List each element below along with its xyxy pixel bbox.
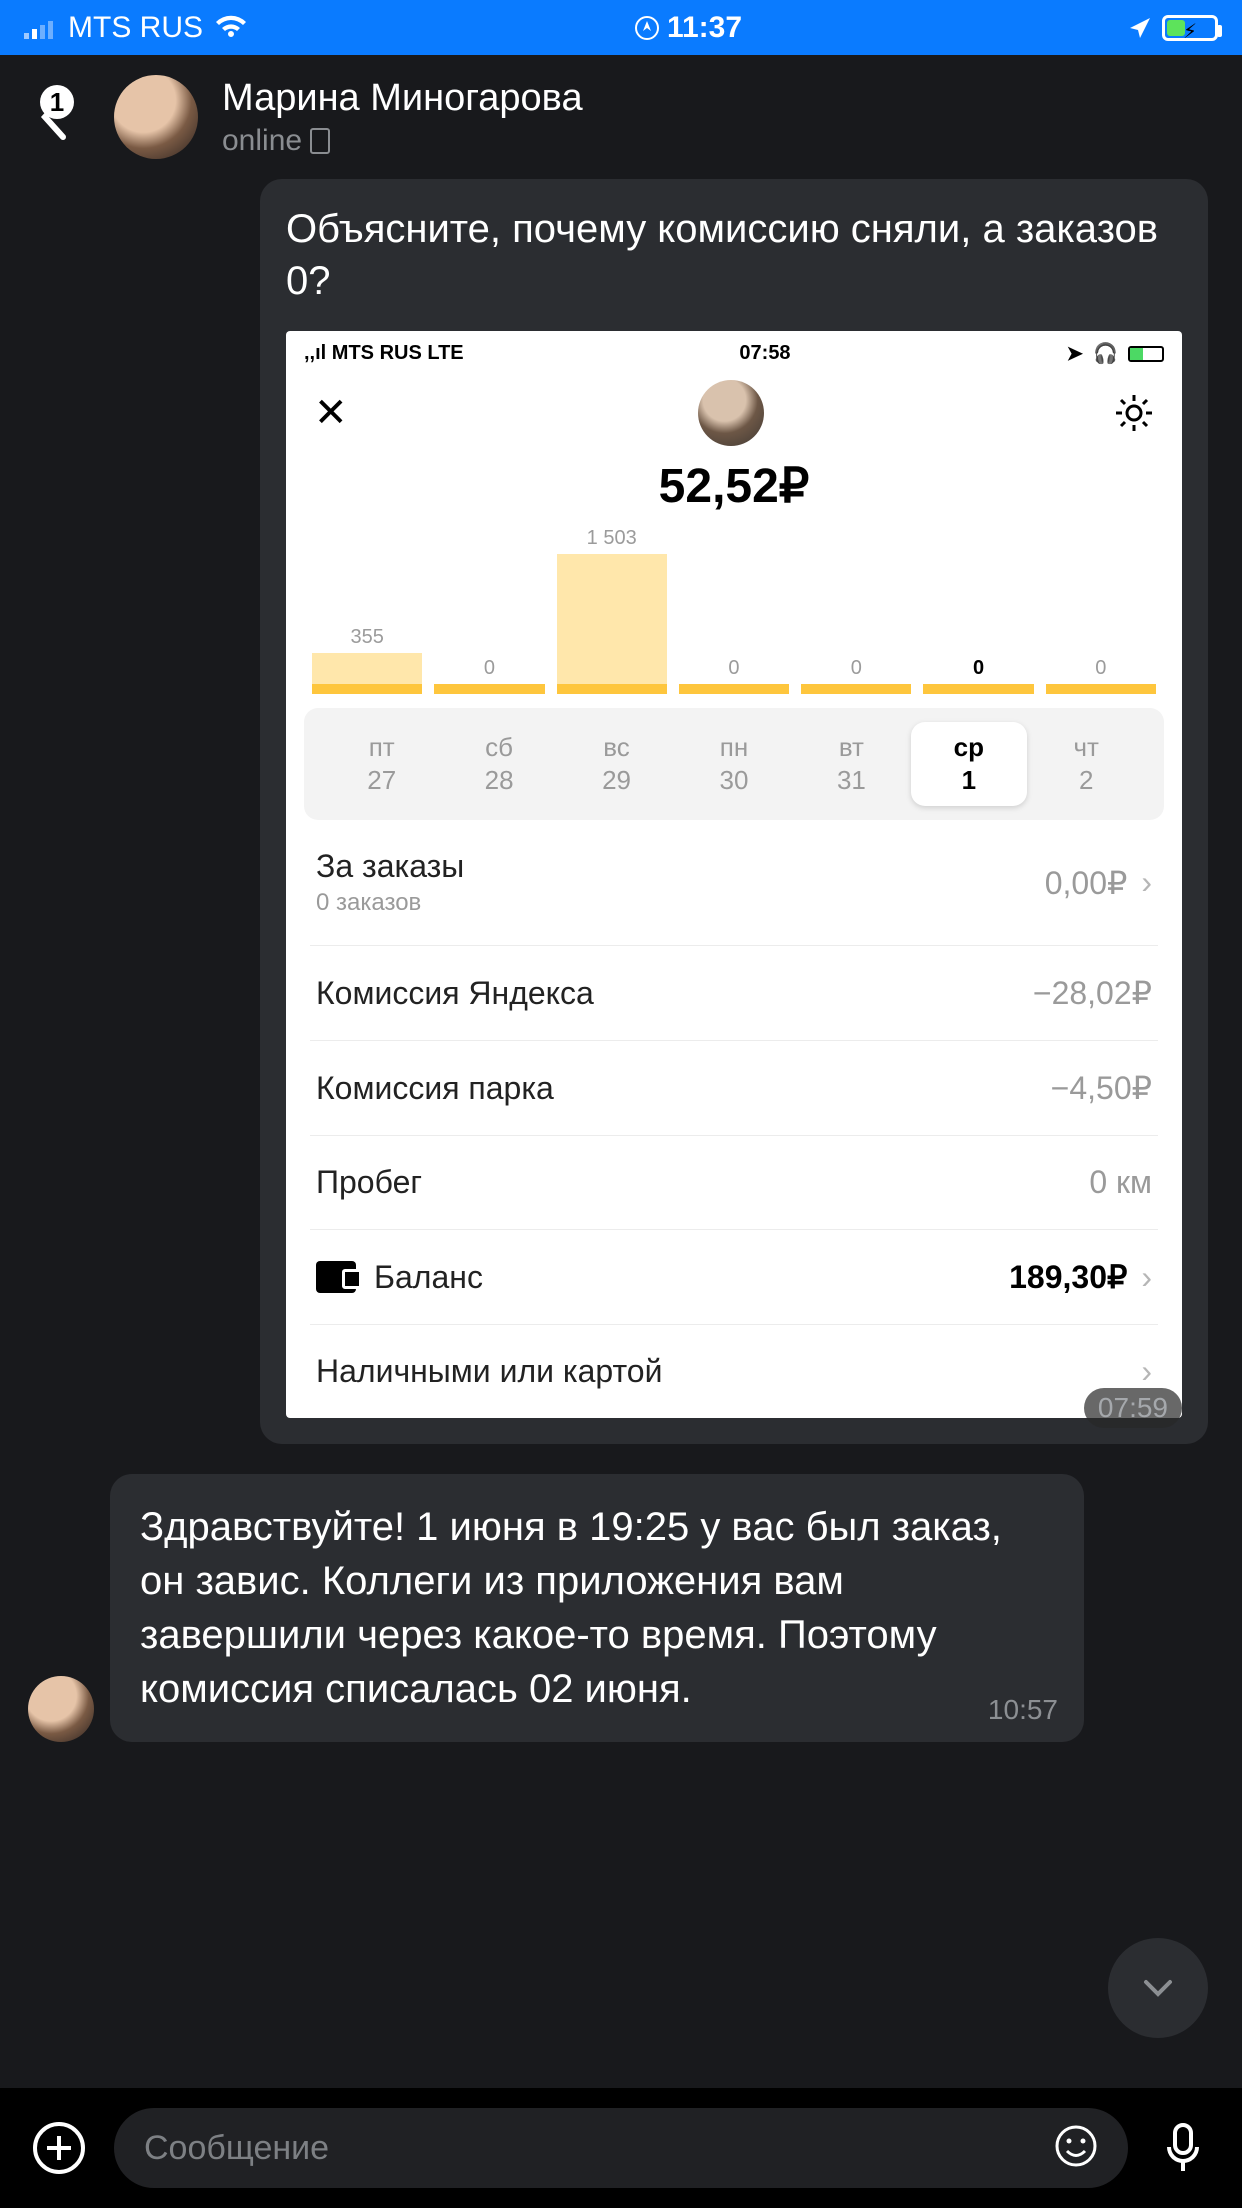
message-input[interactable]: Сообщение — [114, 2108, 1128, 2188]
chart-bar[interactable]: 0 — [679, 657, 789, 694]
chart-bar[interactable]: 0 — [434, 657, 544, 694]
attached-screenshot[interactable]: ,,ıl MTS RUS LTE 07:58 ➤ 🎧 ✕ 52,52₽ 355 0… — [286, 331, 1182, 1418]
day-option[interactable]: пт27 — [324, 722, 439, 806]
day-option[interactable]: сб28 — [441, 722, 556, 806]
row-yandex-commission: Комиссия Яндекса −28,02₽ — [310, 946, 1158, 1041]
emoji-icon[interactable] — [1054, 2124, 1098, 2173]
day-picker[interactable]: пт27сб28вс29пн30вт31ср1чт2 — [304, 708, 1164, 820]
inner-status-bar: ,,ıl MTS RUS LTE 07:58 ➤ 🎧 — [286, 331, 1182, 370]
avatar[interactable] — [114, 75, 198, 159]
message-text: Здравствуйте! 1 июня в 19:25 у вас был з… — [140, 1500, 1054, 1716]
row-mileage: Пробег 0 км — [310, 1136, 1158, 1230]
earnings-chart[interactable]: 35501 5030000 — [286, 522, 1182, 702]
inner-battery-icon — [1128, 346, 1164, 362]
wifi-icon — [213, 15, 249, 41]
status-bar: MTS RUS 11:37 ⚡︎ — [0, 0, 1242, 55]
navigation-up-icon — [635, 16, 659, 40]
inner-location-icon: ➤ — [1066, 341, 1083, 366]
inner-headphones-icon: 🎧 — [1093, 341, 1118, 366]
gear-icon[interactable] — [1114, 393, 1154, 433]
chevron-right-icon: › — [1141, 1353, 1152, 1390]
message-time: 10:57 — [988, 1694, 1058, 1726]
day-option[interactable]: ср1 — [911, 722, 1026, 806]
device-icon — [310, 128, 330, 154]
day-option[interactable]: чт2 — [1029, 722, 1144, 806]
row-payment-method[interactable]: Наличными или картой › — [310, 1325, 1158, 1418]
day-option[interactable]: вс29 — [559, 722, 674, 806]
inner-avatar[interactable] — [698, 380, 764, 446]
voice-message-button[interactable] — [1148, 2113, 1218, 2183]
battery-icon: ⚡︎ — [1162, 15, 1218, 41]
amount-cut: 52,52₽ — [286, 454, 1182, 522]
signal-icon — [24, 17, 58, 39]
incoming-message[interactable]: Объясните, почему комиссию сняли, а зака… — [260, 179, 1208, 1444]
chat-header: 1 Марина Миногарова online — [0, 55, 1242, 179]
chart-bar[interactable]: 0 — [923, 657, 1033, 694]
incoming-message[interactable]: Здравствуйте! 1 июня в 19:25 у вас был з… — [110, 1474, 1084, 1742]
row-orders[interactable]: За заказы 0 заказов 0,00₽ › — [310, 820, 1158, 946]
contact-name[interactable]: Марина Миногарова — [222, 77, 583, 120]
wallet-icon — [316, 1261, 356, 1293]
chart-bar[interactable]: 1 503 — [557, 527, 667, 694]
unread-badge: 1 — [40, 85, 74, 119]
chevron-right-icon: › — [1141, 1259, 1152, 1296]
day-option[interactable]: пн30 — [676, 722, 791, 806]
message-time: 07:59 — [1084, 1388, 1182, 1428]
row-park-commission: Комиссия парка −4,50₽ — [310, 1041, 1158, 1136]
scroll-to-bottom-button[interactable] — [1108, 1938, 1208, 2038]
message-text: Объясните, почему комиссию сняли, а зака… — [286, 203, 1182, 307]
day-option[interactable]: вт31 — [794, 722, 909, 806]
carrier-label: MTS RUS — [68, 11, 203, 45]
chart-bar[interactable]: 0 — [1046, 657, 1156, 694]
location-icon — [1128, 16, 1152, 40]
back-button[interactable]: 1 — [20, 93, 90, 141]
message-input-bar: Сообщение — [0, 2088, 1242, 2208]
chart-bar[interactable]: 355 — [312, 626, 422, 694]
avatar[interactable] — [28, 1676, 94, 1742]
chart-bar[interactable]: 0 — [801, 657, 911, 694]
attach-button[interactable] — [24, 2113, 94, 2183]
chevron-right-icon: › — [1141, 864, 1152, 901]
close-icon[interactable]: ✕ — [314, 390, 348, 436]
status-time: 11:37 — [667, 11, 742, 45]
row-balance[interactable]: Баланс 189,30₽ › — [310, 1230, 1158, 1325]
input-placeholder: Сообщение — [144, 2129, 329, 2168]
contact-status: online — [222, 124, 583, 158]
